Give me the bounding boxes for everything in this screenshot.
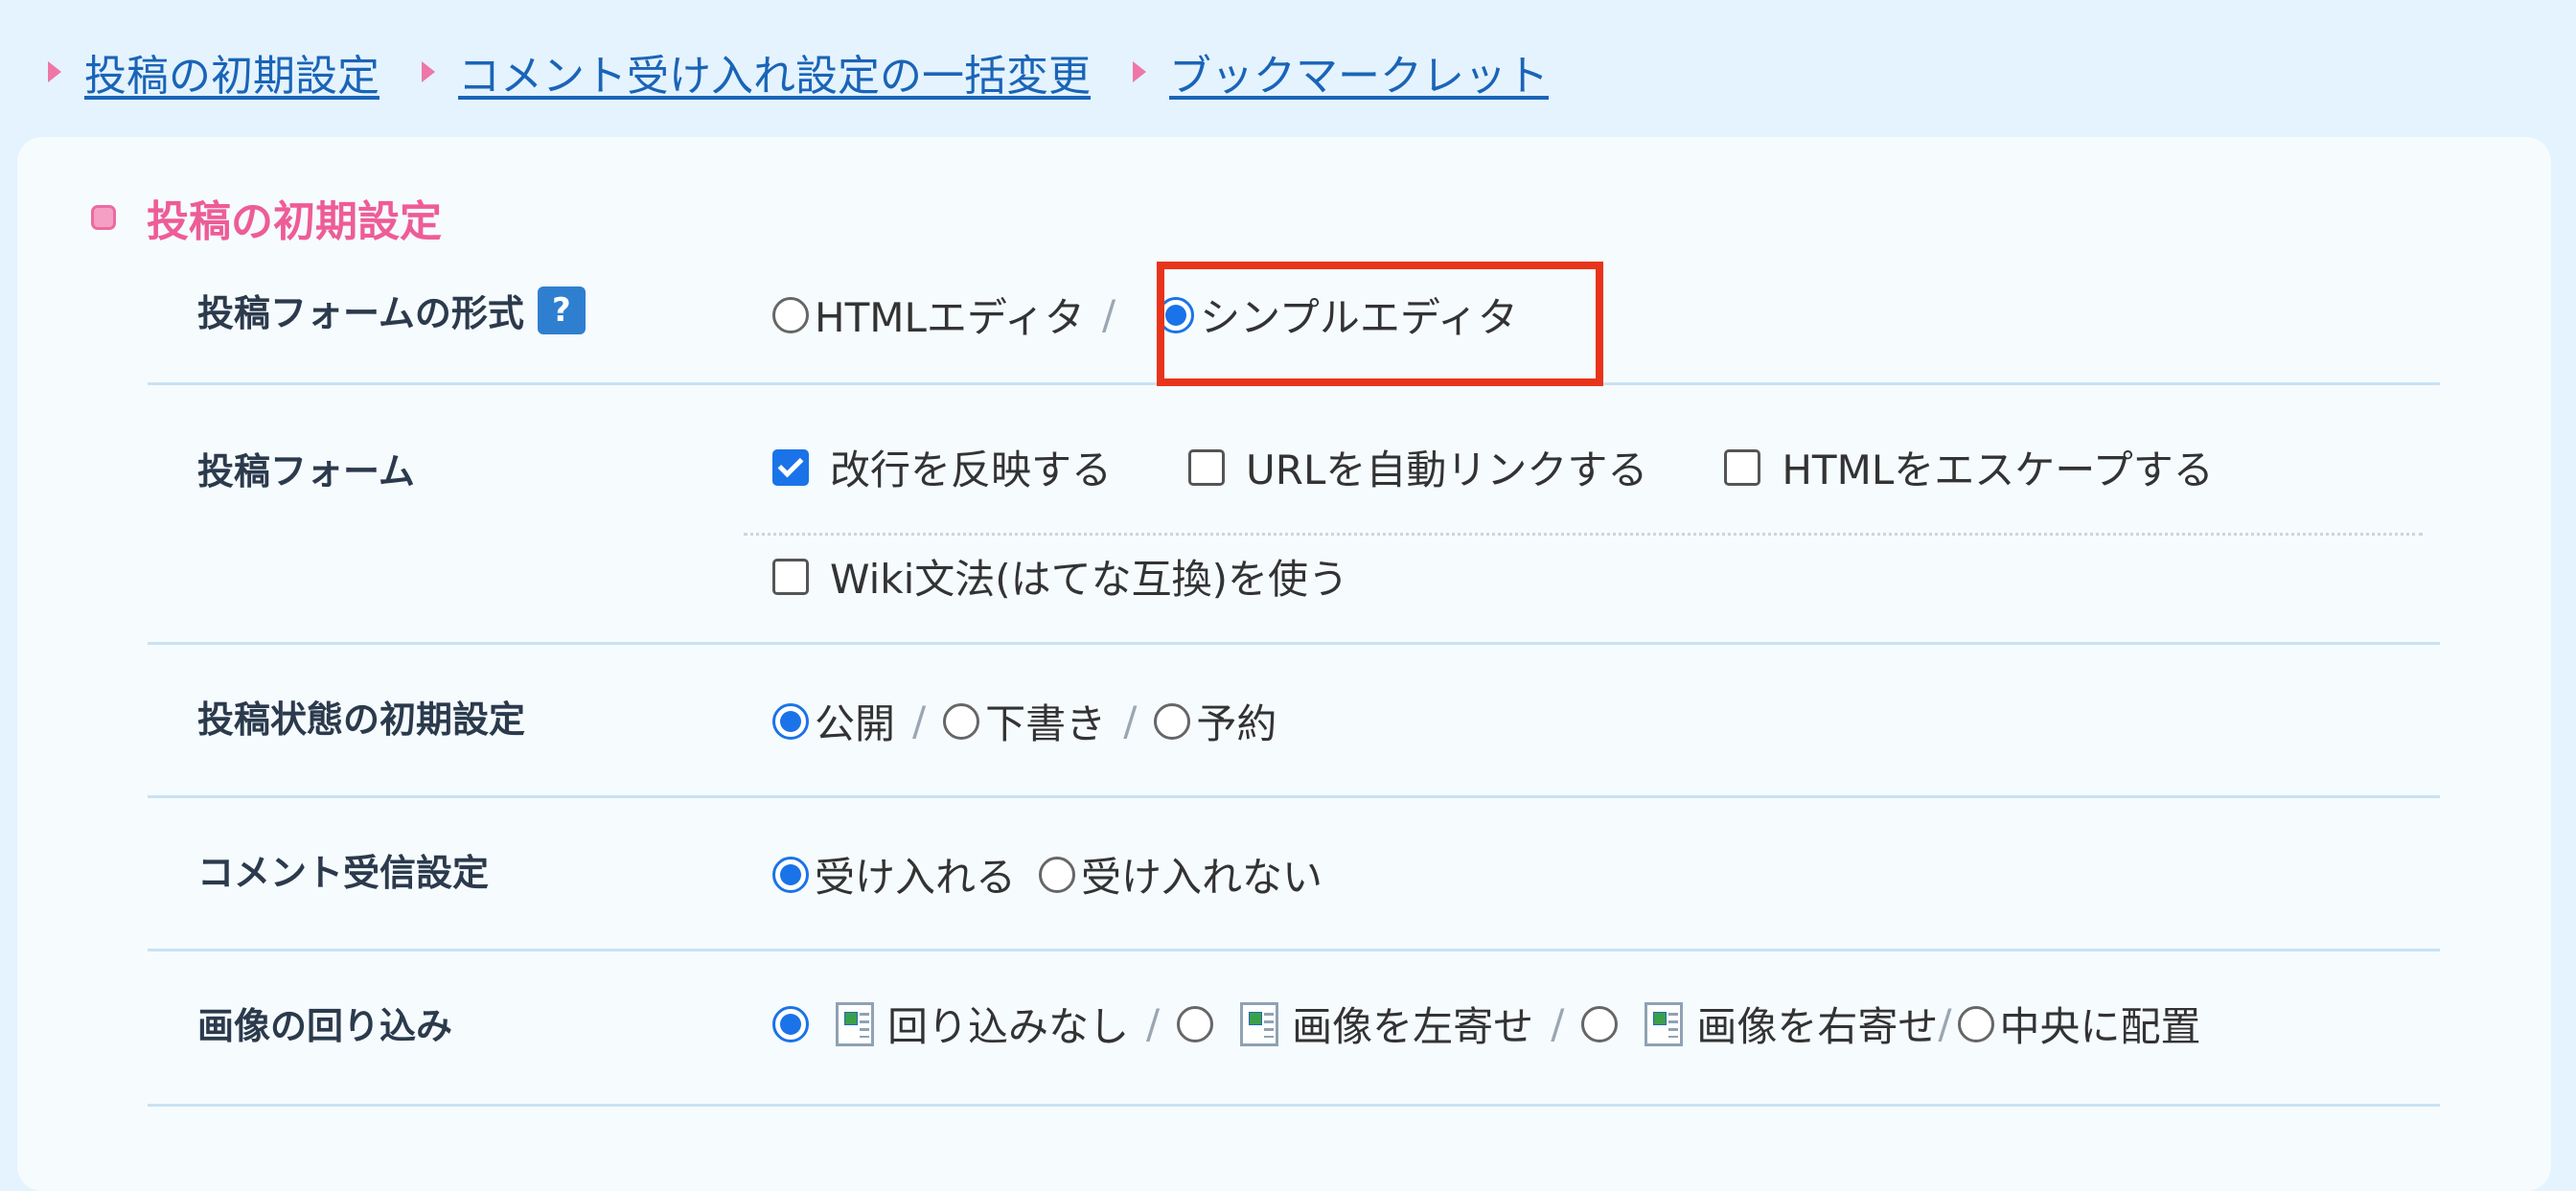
radio-no-wrap[interactable]: 回り込みなし	[772, 995, 1129, 1053]
image-layout-icon	[1240, 1001, 1279, 1046]
row-label-form-text: 投稿フォーム	[197, 450, 415, 492]
radio-reject[interactable]: 受け入れない	[1039, 845, 1322, 904]
radio-label: 画像を左寄せ	[1292, 1003, 1534, 1050]
form-checkbox-line-2: Wiki文法(はてな互換)を使う	[772, 547, 1348, 606]
radio-button[interactable]	[943, 702, 980, 740]
triangle-right-icon	[422, 61, 435, 82]
breadcrumb: 投稿の初期設定 コメント受け入れ設定の一括変更 ブックマークレット	[48, 38, 1591, 105]
radio-button[interactable]	[1154, 702, 1191, 740]
breadcrumb-link-comment-bulk[interactable]: コメント受け入れ設定の一括変更	[458, 41, 1091, 103]
highlight-box	[1157, 262, 1603, 386]
radio-label: 画像を右寄せ	[1696, 1003, 1939, 1050]
separator: /	[1551, 1000, 1565, 1047]
row-label-form-type-text: 投稿フォームの形式	[197, 292, 524, 334]
radio-html-editor[interactable]: HTMLエディタ	[772, 286, 1085, 344]
section-title: 投稿の初期設定	[91, 187, 442, 248]
row-label-form: 投稿フォーム	[197, 442, 415, 494]
radio-button[interactable]	[1177, 1005, 1214, 1042]
separator: /	[1938, 1000, 1952, 1047]
checkbox-checked[interactable]	[772, 448, 809, 486]
radio-button[interactable]	[772, 296, 809, 333]
radio-label: 公開	[815, 700, 896, 747]
row-comment-reception: コメント受信設定 受け入れる 受け入れない	[148, 795, 2440, 951]
separator: /	[912, 698, 927, 744]
checkbox-auto-link[interactable]: URLを自動リンクする	[1188, 438, 1647, 496]
breadcrumb-link-post-defaults[interactable]: 投稿の初期設定	[84, 41, 380, 103]
checkbox-label: 改行を反映する	[830, 447, 1113, 493]
separator: /	[1146, 1000, 1161, 1047]
radio-center[interactable]: 中央に配置	[1957, 995, 2201, 1053]
row-label-image-wrap: 画像の回り込み	[197, 996, 452, 1049]
radio-label: 受け入れる	[815, 854, 1017, 901]
radio-button-selected[interactable]	[772, 1005, 809, 1042]
radio-label: 受け入れない	[1081, 854, 1323, 901]
radio-draft[interactable]: 下書き	[943, 692, 1106, 750]
post-status-options: 公開 / 下書き / 予約	[772, 692, 1276, 750]
checkbox-label: Wiki文法(はてな互換)を使う	[830, 556, 1349, 603]
comment-reception-options: 受け入れる 受け入れない	[772, 845, 1322, 904]
radio-label: 回り込みなし	[887, 1003, 1130, 1050]
radio-align-right[interactable]: 画像を右寄せ	[1581, 995, 1938, 1053]
radio-align-left[interactable]: 画像を左寄せ	[1177, 995, 1533, 1053]
row-form: 投稿フォーム 改行を反映する URLを自動リンクする HTMLをエスケープする …	[148, 382, 2440, 645]
radio-button-selected[interactable]	[772, 856, 809, 893]
checkbox-label: URLを自動リンクする	[1246, 447, 1648, 493]
dotted-divider	[744, 533, 2423, 536]
radio-label: 予約	[1196, 700, 1277, 747]
separator: /	[1123, 698, 1138, 744]
radio-button-selected[interactable]	[772, 702, 809, 740]
checkbox-escape-html[interactable]: HTMLをエスケープする	[1724, 438, 2214, 496]
radio-scheduled[interactable]: 予約	[1154, 692, 1276, 750]
row-label-comment-reception-text: コメント受信設定	[197, 852, 490, 894]
section-title-text: 投稿の初期設定	[147, 197, 442, 246]
radio-label: HTMLエディタ	[815, 294, 1085, 341]
section-bullet-icon	[91, 205, 116, 230]
row-post-status: 投稿状態の初期設定 公開 / 下書き / 予約	[148, 642, 2440, 798]
row-label-post-status: 投稿状態の初期設定	[197, 690, 525, 743]
checkbox[interactable]	[772, 558, 809, 595]
checkbox-wiki-syntax[interactable]: Wiki文法(はてな互換)を使う	[772, 547, 1348, 606]
triangle-right-icon	[48, 61, 61, 82]
checkbox[interactable]	[1188, 448, 1226, 486]
radio-label: 下書き	[985, 700, 1107, 747]
checkbox[interactable]	[1724, 448, 1761, 486]
image-layout-icon	[836, 1001, 874, 1046]
row-image-wrap: 画像の回り込み 回り込みなし / 画像を左寄せ / 画像を右寄せ / 中央に配置	[148, 949, 2440, 1107]
image-layout-icon	[1644, 1001, 1684, 1046]
triangle-right-icon	[1133, 61, 1146, 82]
radio-button[interactable]	[1039, 856, 1076, 893]
row-label-form-type: 投稿フォームの形式 ?	[197, 284, 586, 336]
breadcrumb-link-bookmarklet[interactable]: ブックマークレット	[1169, 41, 1549, 103]
image-wrap-options: 回り込みなし / 画像を左寄せ / 画像を右寄せ / 中央に配置	[772, 995, 2201, 1053]
radio-public[interactable]: 公開	[772, 692, 895, 750]
radio-button[interactable]	[1957, 1005, 1994, 1042]
breadcrumb-item-bookmarklet: ブックマークレット	[1133, 41, 1549, 103]
breadcrumb-item-post-defaults: 投稿の初期設定	[48, 41, 380, 103]
help-icon[interactable]: ?	[537, 286, 586, 334]
row-label-image-wrap-text: 画像の回り込み	[197, 1005, 453, 1047]
radio-label: 中央に配置	[1999, 1003, 2201, 1050]
form-checkbox-line-1: 改行を反映する URLを自動リンクする HTMLをエスケープする	[772, 438, 2214, 496]
breadcrumb-item-comment-bulk: コメント受け入れ設定の一括変更	[422, 41, 1091, 103]
radio-button[interactable]	[1581, 1005, 1619, 1042]
checkbox-label: HTMLをエスケープする	[1782, 447, 2214, 493]
separator: /	[1101, 291, 1116, 338]
row-label-comment-reception: コメント受信設定	[197, 843, 489, 896]
row-label-post-status-text: 投稿状態の初期設定	[197, 699, 526, 741]
checkbox-reflect-linebreaks[interactable]: 改行を反映する	[772, 438, 1112, 496]
radio-accept[interactable]: 受け入れる	[772, 845, 1016, 904]
